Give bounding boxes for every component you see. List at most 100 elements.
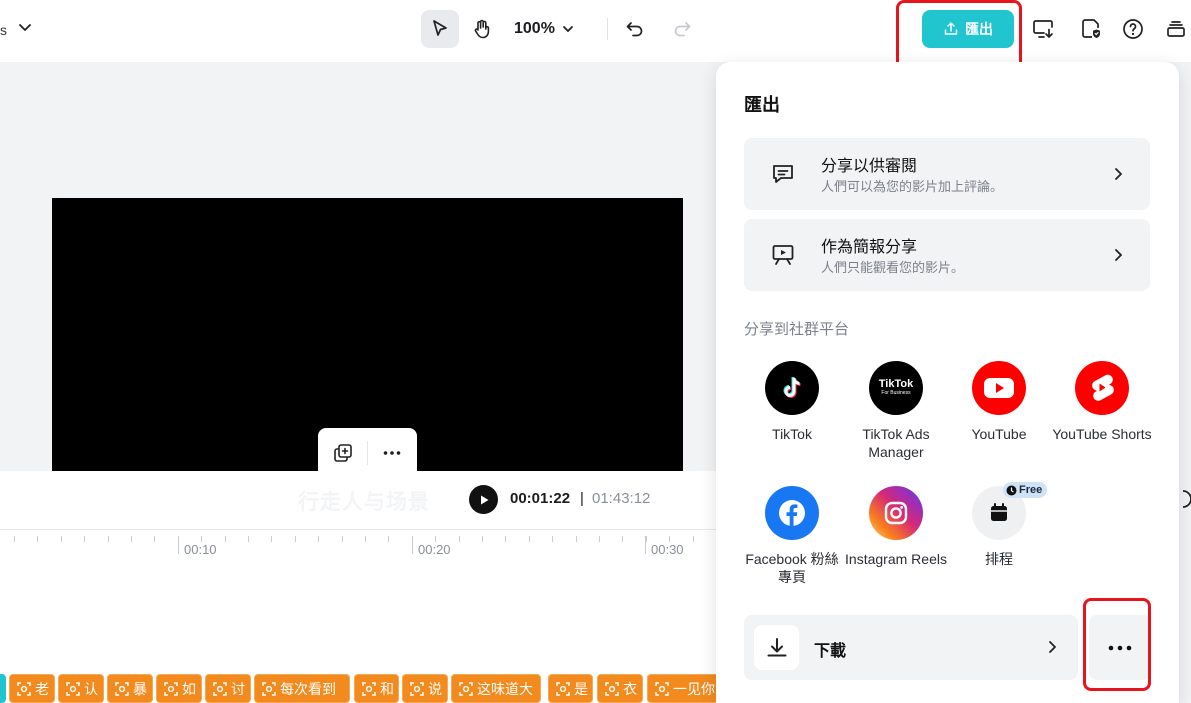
caption-clip-text: 每次看到 xyxy=(280,680,336,697)
caption-clip[interactable]: 暴 xyxy=(107,674,153,703)
caption-clip[interactable]: 老 xyxy=(9,674,55,703)
timeline-tick xyxy=(154,536,155,542)
timeline-tick xyxy=(599,536,600,542)
timeline-tick-label: 00:10 xyxy=(184,542,217,557)
timeline-tick xyxy=(622,536,623,542)
more-horizontal-icon xyxy=(383,451,401,455)
option-subtitle: 人們只能觀看您的影片。 xyxy=(821,260,965,275)
layers-button[interactable] xyxy=(1161,14,1191,44)
caption-clip-icon xyxy=(66,681,80,696)
caption-clip[interactable]: 衣 xyxy=(597,674,643,703)
toolbar-divider xyxy=(367,441,368,465)
redo-button[interactable] xyxy=(663,10,701,48)
caption-clip[interactable]: 这味道大 xyxy=(451,674,541,703)
select-tool-button[interactable] xyxy=(421,10,459,48)
caption-clip-text: 暴 xyxy=(133,680,147,697)
social-label: TikTok xyxy=(772,426,812,442)
timeline-tick xyxy=(342,536,343,542)
social-label: YouTube xyxy=(971,426,1027,442)
highlight-more-button xyxy=(1083,598,1151,691)
timeline-tick xyxy=(225,536,226,542)
timeline-tick xyxy=(14,536,15,542)
timeline-tick xyxy=(271,536,272,542)
chevron-right-icon xyxy=(1115,249,1122,261)
undo-icon xyxy=(626,22,643,37)
timeline-tick xyxy=(388,536,389,542)
play-button[interactable] xyxy=(469,485,498,514)
caption-clip[interactable]: 如 xyxy=(156,674,202,703)
caption-clip-icon xyxy=(164,681,178,696)
undo-button[interactable] xyxy=(616,10,654,48)
timeline-tick xyxy=(37,536,38,542)
timeline-tick-label: 00:20 xyxy=(418,542,451,557)
caption-clip[interactable]: 讨 xyxy=(205,674,251,703)
time-separator: | xyxy=(580,490,584,507)
free-badge: Free xyxy=(1003,482,1048,498)
caption-clip-text: 一见你 xyxy=(673,680,715,697)
toolbar-divider xyxy=(607,18,608,40)
partial-icon xyxy=(1182,490,1191,508)
tiktok-business-logo-sub: For Business xyxy=(881,390,911,396)
social-label: TikTok Ads Manager xyxy=(862,426,930,460)
caption-clip-icon xyxy=(459,681,473,696)
chevron-down-icon[interactable] xyxy=(16,18,34,36)
timeline-tick xyxy=(482,536,483,542)
timeline-tick-label: 00:30 xyxy=(651,542,684,557)
hand-tool-button[interactable] xyxy=(463,10,501,48)
option-title: 分享以供審閱 xyxy=(821,158,918,175)
help-button[interactable] xyxy=(1118,14,1148,44)
download-option[interactable]: 下載 xyxy=(744,615,1078,680)
caption-clip[interactable]: 是 xyxy=(548,674,593,703)
instagram-icon xyxy=(869,486,923,540)
caption-clip[interactable]: 认 xyxy=(58,674,104,703)
duplicate-button[interactable] xyxy=(330,440,356,466)
share-youtube-shorts[interactable]: YouTube Shorts xyxy=(1050,361,1154,443)
caption-clip-text: 说 xyxy=(428,680,442,697)
help-icon xyxy=(1123,19,1143,39)
safety-check-button[interactable] xyxy=(1076,14,1106,44)
timeline-major-tick xyxy=(178,536,179,554)
chevron-right-icon xyxy=(1115,168,1122,180)
share-tiktok[interactable]: TikTok xyxy=(740,361,844,443)
option-subtitle: 人們可以為您的影片加上評論。 xyxy=(821,179,1004,194)
caption-clip-text: 如 xyxy=(182,680,196,697)
timeline-clip-edge[interactable] xyxy=(0,674,6,703)
share-as-presentation-option[interactable]: 作為簡報分享 人們只能觀看您的影片。 xyxy=(744,219,1150,291)
timeline-tick xyxy=(108,536,109,542)
timeline-tick xyxy=(646,536,647,542)
zoom-dropdown[interactable]: 100% xyxy=(514,14,575,44)
caption-clip-text: 衣 xyxy=(623,680,637,697)
caption-clip-icon xyxy=(262,681,276,696)
caption-clip[interactable]: 说 xyxy=(402,674,448,703)
redo-icon xyxy=(674,22,691,37)
social-label: 排程 xyxy=(985,551,1013,567)
social-label: Facebook 粉絲專頁 xyxy=(745,551,839,585)
share-facebook-page[interactable]: Facebook 粉絲專頁 xyxy=(740,486,844,586)
caption-clip[interactable]: 一见你 xyxy=(647,674,719,703)
caption-clip-icon xyxy=(556,681,570,696)
shield-check-icon xyxy=(1082,19,1100,38)
share-tiktok-ads-manager[interactable]: TikTok For Business TikTok Ads Manager xyxy=(844,361,948,461)
share-instagram-reels[interactable]: Instagram Reels xyxy=(844,486,948,568)
current-time: 00:01:22 xyxy=(510,490,571,507)
caption-clip[interactable]: 和 xyxy=(354,674,399,703)
share-youtube[interactable]: YouTube xyxy=(947,361,1051,443)
tiktok-business-logo-text: TikTok xyxy=(878,378,914,390)
tiktok-business-icon: TikTok For Business xyxy=(869,361,923,415)
more-options-button[interactable] xyxy=(379,440,405,466)
schedule-post[interactable]: 排程 xyxy=(947,486,1051,568)
youtube-shorts-icon xyxy=(1075,361,1129,415)
download-icon xyxy=(754,625,799,670)
timeline-tick xyxy=(248,536,249,542)
monitor-download-button[interactable] xyxy=(1028,14,1058,44)
caption-track: 老 认 暴 如 讨 每次看到 和 说 这味道大 是 衣 一见你 xyxy=(0,674,719,703)
free-badge-text: Free xyxy=(1019,484,1043,496)
caption-clip-text: 认 xyxy=(84,680,98,697)
cursor-icon xyxy=(433,20,447,36)
share-for-review-option[interactable]: 分享以供審閱 人們可以為您的影片加上評論。 xyxy=(744,138,1150,210)
caption-clip-icon xyxy=(362,681,376,696)
caption-clip-text: 讨 xyxy=(231,680,245,697)
caption-clip-icon xyxy=(213,681,227,696)
caption-clip[interactable]: 每次看到 xyxy=(254,674,350,703)
zoom-level: 100% xyxy=(514,20,555,37)
